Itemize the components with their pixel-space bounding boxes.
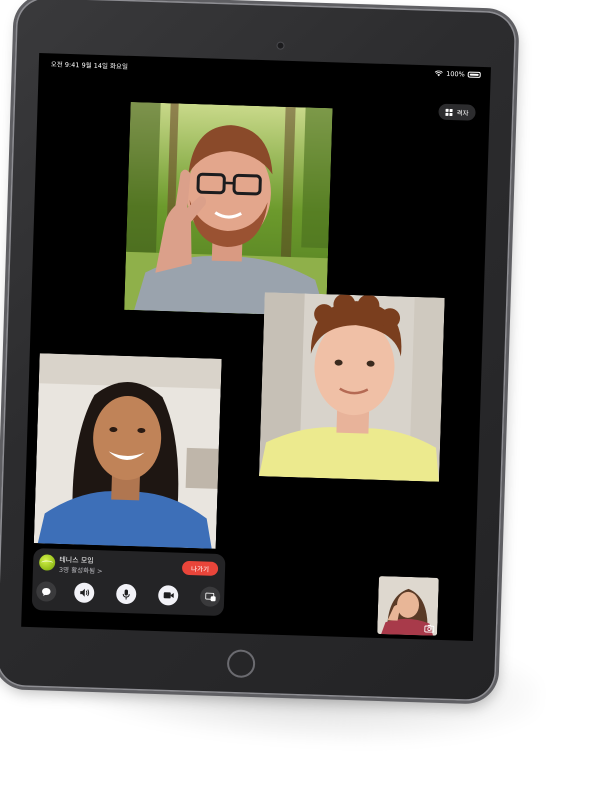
call-controls-panel: 테니스 모임 3명 활성화됨 > 나가기 xyxy=(31,548,226,617)
camera-button[interactable] xyxy=(157,585,179,606)
participant-video-teen xyxy=(259,292,445,482)
speaker-button[interactable] xyxy=(73,582,95,604)
front-camera xyxy=(277,42,284,49)
participant-video-tile[interactable] xyxy=(124,101,333,317)
participant-video-woman xyxy=(33,353,222,549)
flip-camera-icon[interactable] xyxy=(424,624,435,633)
facetime-screen: 오전 9:41 9월 14일 화요일 100% 격자 테니스 모임 3명 활성화… xyxy=(21,53,491,641)
microphone-button[interactable] xyxy=(115,583,137,605)
wifi-icon xyxy=(435,70,444,77)
group-avatar xyxy=(38,554,56,571)
share-screen-button[interactable] xyxy=(199,586,221,607)
grid-icon xyxy=(445,108,453,116)
microphone-icon xyxy=(122,588,130,600)
status-time: 오전 9:41 9월 14일 화요일 xyxy=(50,60,129,71)
participant-video-man xyxy=(124,101,333,317)
leave-call-button[interactable]: 나가기 xyxy=(181,560,219,576)
share-screen-icon xyxy=(204,592,216,601)
speaker-icon xyxy=(79,588,90,598)
participant-video-tile[interactable] xyxy=(259,292,445,482)
product-render: 오전 9:41 9월 14일 화요일 100% 격자 테니스 모임 3명 활성화… xyxy=(0,0,594,787)
battery-percent: 100% xyxy=(446,69,465,79)
group-status[interactable]: 3명 활성화됨 > xyxy=(59,564,103,575)
call-controls xyxy=(35,581,221,609)
grid-layout-label: 격자 xyxy=(456,109,469,118)
self-view-tile[interactable] xyxy=(377,575,439,636)
grid-layout-button[interactable]: 격자 xyxy=(438,103,476,121)
status-indicators: 100% xyxy=(435,69,481,78)
ipad-device: 오전 9:41 9월 14일 화요일 100% 격자 테니스 모임 3명 활성화… xyxy=(0,0,517,702)
camera-icon xyxy=(163,591,174,599)
participant-video-tile[interactable] xyxy=(33,353,222,549)
message-icon xyxy=(41,587,51,596)
message-button[interactable] xyxy=(35,581,57,602)
battery-icon xyxy=(467,71,481,78)
status-bar: 오전 9:41 9월 14일 화요일 100% xyxy=(39,53,491,83)
home-button[interactable] xyxy=(226,649,256,679)
